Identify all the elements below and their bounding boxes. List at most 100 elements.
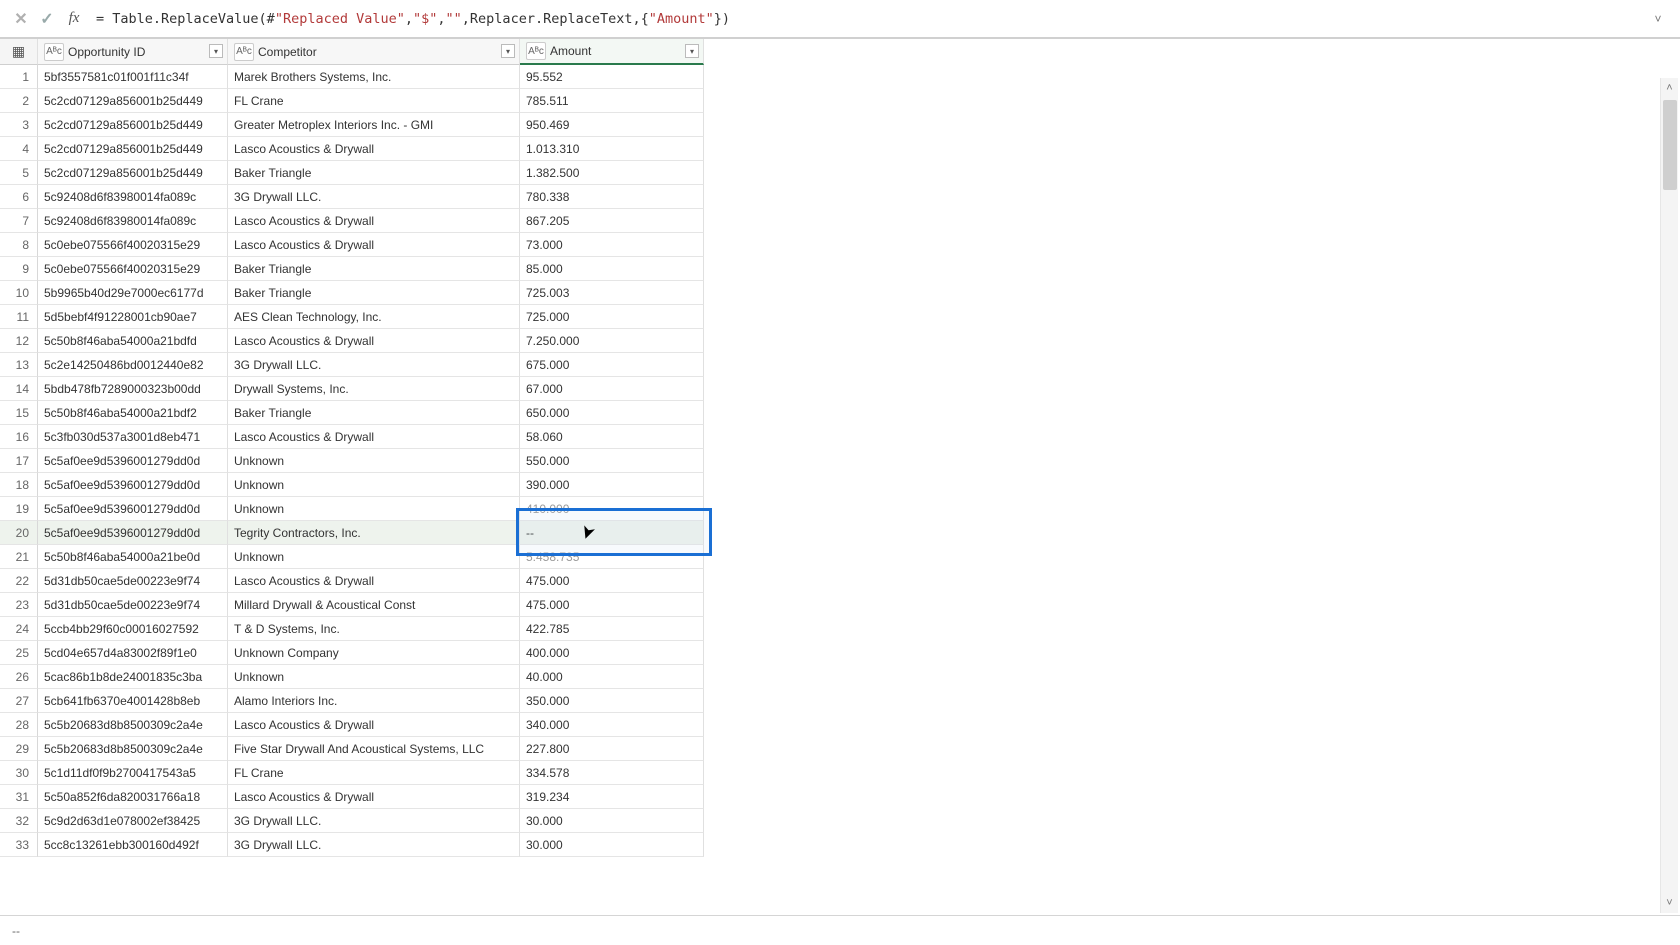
column-header-competitor[interactable]: Aᴮc Competitor ▾ <box>228 39 520 65</box>
cell-amount[interactable]: 95.552 <box>520 65 704 89</box>
table-row[interactable]: 215c50b8f46aba54000a21be0dUnknown5.458.7… <box>0 545 1680 569</box>
row-number[interactable]: 1 <box>0 65 38 89</box>
cell-amount[interactable]: 475.000 <box>520 569 704 593</box>
row-number[interactable]: 31 <box>0 785 38 809</box>
cell-opportunity[interactable]: 5cc8c13261ebb300160d492f <box>38 833 228 857</box>
table-row[interactable]: 55c2cd07129a856001b25d449Baker Triangle1… <box>0 161 1680 185</box>
row-number[interactable]: 32 <box>0 809 38 833</box>
cell-amount[interactable]: 30.000 <box>520 833 704 857</box>
cell-competitor[interactable]: Lasco Acoustics & Drywall <box>228 233 520 257</box>
cell-competitor[interactable]: Unknown <box>228 497 520 521</box>
cell-competitor[interactable]: 3G Drywall LLC. <box>228 833 520 857</box>
cell-amount[interactable]: 650.000 <box>520 401 704 425</box>
cell-competitor[interactable]: Lasco Acoustics & Drywall <box>228 137 520 161</box>
cell-opportunity[interactable]: 5c92408d6f83980014fa089c <box>38 185 228 209</box>
table-row[interactable]: 45c2cd07129a856001b25d449Lasco Acoustics… <box>0 137 1680 161</box>
table-row[interactable]: 105b9965b40d29e7000ec6177dBaker Triangle… <box>0 281 1680 305</box>
cell-amount[interactable]: 1.382.500 <box>520 161 704 185</box>
cell-amount[interactable]: 334.578 <box>520 761 704 785</box>
table-row[interactable]: 235d31db50cae5de00223e9f74Millard Drywal… <box>0 593 1680 617</box>
cell-competitor[interactable]: Unknown <box>228 473 520 497</box>
cell-amount[interactable]: 550.000 <box>520 449 704 473</box>
cell-competitor[interactable]: 3G Drywall LLC. <box>228 353 520 377</box>
fx-icon[interactable]: fx <box>60 10 88 27</box>
cell-opportunity[interactable]: 5cb641fb6370e4001428b8eb <box>38 689 228 713</box>
cell-competitor[interactable]: Lasco Acoustics & Drywall <box>228 713 520 737</box>
vertical-scrollbar[interactable]: ˄ ˅ <box>1660 78 1678 913</box>
scroll-down-arrow-icon[interactable]: ˅ <box>1666 893 1672 913</box>
formula-text[interactable]: = Table.ReplaceValue(#"Replaced Value","… <box>88 9 1644 29</box>
cell-opportunity[interactable]: 5c5b20683d8b8500309c2a4e <box>38 737 228 761</box>
cell-opportunity[interactable]: 5c5af0ee9d5396001279dd0d <box>38 449 228 473</box>
row-number[interactable]: 17 <box>0 449 38 473</box>
row-number[interactable]: 7 <box>0 209 38 233</box>
row-number[interactable]: 3 <box>0 113 38 137</box>
cell-competitor[interactable]: Baker Triangle <box>228 281 520 305</box>
cell-competitor[interactable]: Baker Triangle <box>228 401 520 425</box>
cell-amount[interactable]: 1.013.310 <box>520 137 704 161</box>
cell-competitor[interactable]: Lasco Acoustics & Drywall <box>228 329 520 353</box>
cell-amount[interactable]: 73.000 <box>520 233 704 257</box>
cell-competitor[interactable]: 3G Drywall LLC. <box>228 809 520 833</box>
table-row[interactable]: 115d5bebf4f91228001cb90ae7AES Clean Tech… <box>0 305 1680 329</box>
cell-amount[interactable]: 390.000 <box>520 473 704 497</box>
row-number[interactable]: 22 <box>0 569 38 593</box>
filter-dropdown-icon[interactable]: ▾ <box>685 44 699 58</box>
cell-competitor[interactable]: Greater Metroplex Interiors Inc. - GMI <box>228 113 520 137</box>
cell-amount[interactable]: 340.000 <box>520 713 704 737</box>
cell-competitor[interactable]: T & D Systems, Inc. <box>228 617 520 641</box>
cell-amount[interactable]: 725.000 <box>520 305 704 329</box>
cell-competitor[interactable]: Baker Triangle <box>228 257 520 281</box>
row-number[interactable]: 13 <box>0 353 38 377</box>
row-number[interactable]: 29 <box>0 737 38 761</box>
cell-opportunity[interactable]: 5c0ebe075566f40020315e29 <box>38 233 228 257</box>
cell-competitor[interactable]: Baker Triangle <box>228 161 520 185</box>
row-number[interactable]: 30 <box>0 761 38 785</box>
cell-opportunity[interactable]: 5c5af0ee9d5396001279dd0d <box>38 473 228 497</box>
cell-competitor[interactable]: Marek Brothers Systems, Inc. <box>228 65 520 89</box>
formula-accept-icon[interactable]: ✓ <box>34 6 60 32</box>
table-row[interactable]: 15bf3557581c01f001f11c34fMarek Brothers … <box>0 65 1680 89</box>
cell-opportunity[interactable]: 5cac86b1b8de24001835c3ba <box>38 665 228 689</box>
cell-competitor[interactable]: Unknown Company <box>228 641 520 665</box>
table-row[interactable]: 75c92408d6f83980014fa089cLasco Acoustics… <box>0 209 1680 233</box>
cell-amount[interactable]: 5.458.735 <box>520 545 704 569</box>
row-number[interactable]: 5 <box>0 161 38 185</box>
cell-amount[interactable]: 410.000 <box>520 497 704 521</box>
cell-competitor[interactable]: Millard Drywall & Acoustical Const <box>228 593 520 617</box>
cell-opportunity[interactable]: 5d31db50cae5de00223e9f74 <box>38 593 228 617</box>
cell-opportunity[interactable]: 5c2cd07129a856001b25d449 <box>38 161 228 185</box>
table-row[interactable]: 285c5b20683d8b8500309c2a4eLasco Acoustic… <box>0 713 1680 737</box>
cell-opportunity[interactable]: 5cd04e657d4a83002f89f1e0 <box>38 641 228 665</box>
cell-opportunity[interactable]: 5c92408d6f83980014fa089c <box>38 209 228 233</box>
cell-competitor[interactable]: Drywall Systems, Inc. <box>228 377 520 401</box>
cell-competitor[interactable]: AES Clean Technology, Inc. <box>228 305 520 329</box>
cell-opportunity[interactable]: 5c2cd07129a856001b25d449 <box>38 113 228 137</box>
table-row[interactable]: 265cac86b1b8de24001835c3baUnknown40.000 <box>0 665 1680 689</box>
row-number[interactable]: 33 <box>0 833 38 857</box>
cell-opportunity[interactable]: 5b9965b40d29e7000ec6177d <box>38 281 228 305</box>
cell-competitor[interactable]: FL Crane <box>228 89 520 113</box>
row-number[interactable]: 9 <box>0 257 38 281</box>
cell-amount[interactable]: 785.511 <box>520 89 704 113</box>
cell-amount[interactable]: 422.785 <box>520 617 704 641</box>
cell-opportunity[interactable]: 5c2cd07129a856001b25d449 <box>38 89 228 113</box>
row-number[interactable]: 4 <box>0 137 38 161</box>
cell-amount[interactable]: 85.000 <box>520 257 704 281</box>
formula-cancel-icon[interactable]: ✕ <box>8 6 34 32</box>
cell-opportunity[interactable]: 5d31db50cae5de00223e9f74 <box>38 569 228 593</box>
table-row[interactable]: 155c50b8f46aba54000a21bdf2Baker Triangle… <box>0 401 1680 425</box>
cell-competitor[interactable]: Lasco Acoustics & Drywall <box>228 209 520 233</box>
row-number[interactable]: 21 <box>0 545 38 569</box>
table-row[interactable]: 275cb641fb6370e4001428b8ebAlamo Interior… <box>0 689 1680 713</box>
cell-amount[interactable]: 475.000 <box>520 593 704 617</box>
table-row[interactable]: 185c5af0ee9d5396001279dd0dUnknown390.000 <box>0 473 1680 497</box>
row-number[interactable]: 18 <box>0 473 38 497</box>
cell-amount[interactable]: 7.250.000 <box>520 329 704 353</box>
cell-amount[interactable]: 30.000 <box>520 809 704 833</box>
cell-competitor[interactable]: Unknown <box>228 665 520 689</box>
cell-competitor[interactable]: Lasco Acoustics & Drywall <box>228 785 520 809</box>
table-row[interactable]: 65c92408d6f83980014fa089c3G Drywall LLC.… <box>0 185 1680 209</box>
table-row[interactable]: 205c5af0ee9d5396001279dd0dTegrity Contra… <box>0 521 1680 545</box>
cell-amount[interactable]: 58.060 <box>520 425 704 449</box>
